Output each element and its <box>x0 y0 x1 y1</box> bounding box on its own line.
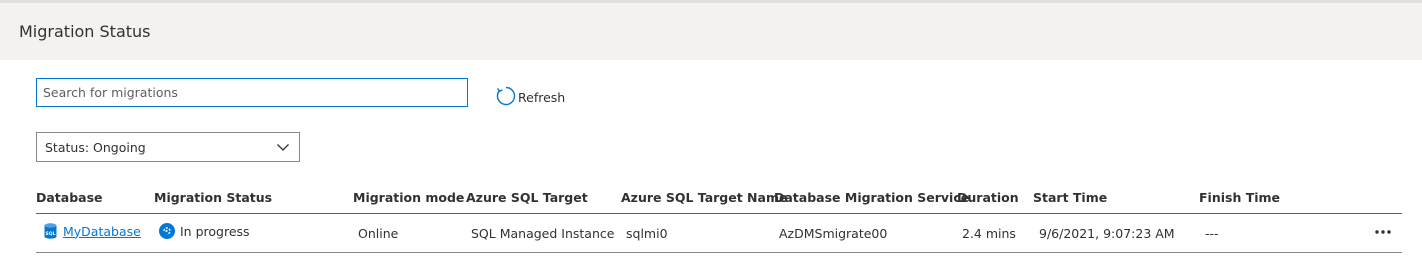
refresh-label: Refresh <box>518 89 566 105</box>
page-header: Migration Status <box>0 3 1422 60</box>
finish-time-cell: --- <box>1205 226 1219 241</box>
azure-sql-target-cell: SQL Managed Instance <box>471 226 615 241</box>
column-header-database[interactable]: Database <box>36 190 103 205</box>
column-header-finish-time[interactable]: Finish Time <box>1199 190 1280 205</box>
database-link[interactable]: MyDatabase <box>63 224 141 239</box>
in-progress-icon <box>159 223 175 239</box>
column-header-migration-status[interactable]: Migration Status <box>154 190 272 205</box>
status-filter-value: Status: Ongoing <box>45 139 146 155</box>
page-title: Migration Status <box>19 22 151 41</box>
migration-mode-cell: Online <box>358 226 399 241</box>
ellipsis-icon <box>1374 230 1392 234</box>
migration-status-cell: In progress <box>159 223 250 242</box>
refresh-icon <box>495 85 518 110</box>
sql-database-icon: SQL <box>44 223 57 239</box>
search-input[interactable] <box>36 78 468 107</box>
duration-cell: 2.4 mins <box>962 226 1016 241</box>
azure-sql-target-name-cell: sqlmi0 <box>626 226 668 241</box>
column-header-duration[interactable]: Duration <box>957 190 1019 205</box>
refresh-button[interactable]: Refresh <box>495 86 565 108</box>
migration-status-text: In progress <box>180 223 250 239</box>
column-header-database-migration-service[interactable]: Database Migration Service <box>774 190 969 205</box>
table-row: SQL MyDatabase <box>44 223 141 242</box>
column-header-azure-sql-target[interactable]: Azure SQL Target <box>466 190 588 205</box>
svg-text:SQL: SQL <box>46 231 56 237</box>
status-filter-dropdown[interactable]: Status: Ongoing <box>36 132 300 162</box>
more-actions-button[interactable] <box>1372 224 1394 240</box>
header-divider <box>36 213 1402 214</box>
column-header-start-time[interactable]: Start Time <box>1033 190 1107 205</box>
row-divider <box>36 252 1402 253</box>
database-migration-service-cell: AzDMSmigrate00 <box>779 226 888 241</box>
column-header-azure-sql-target-name[interactable]: Azure SQL Target Name <box>621 190 787 205</box>
start-time-cell: 9/6/2021, 9:07:23 AM <box>1039 226 1175 241</box>
column-header-migration-mode[interactable]: Migration mode <box>353 190 464 205</box>
chevron-down-icon <box>276 140 290 155</box>
